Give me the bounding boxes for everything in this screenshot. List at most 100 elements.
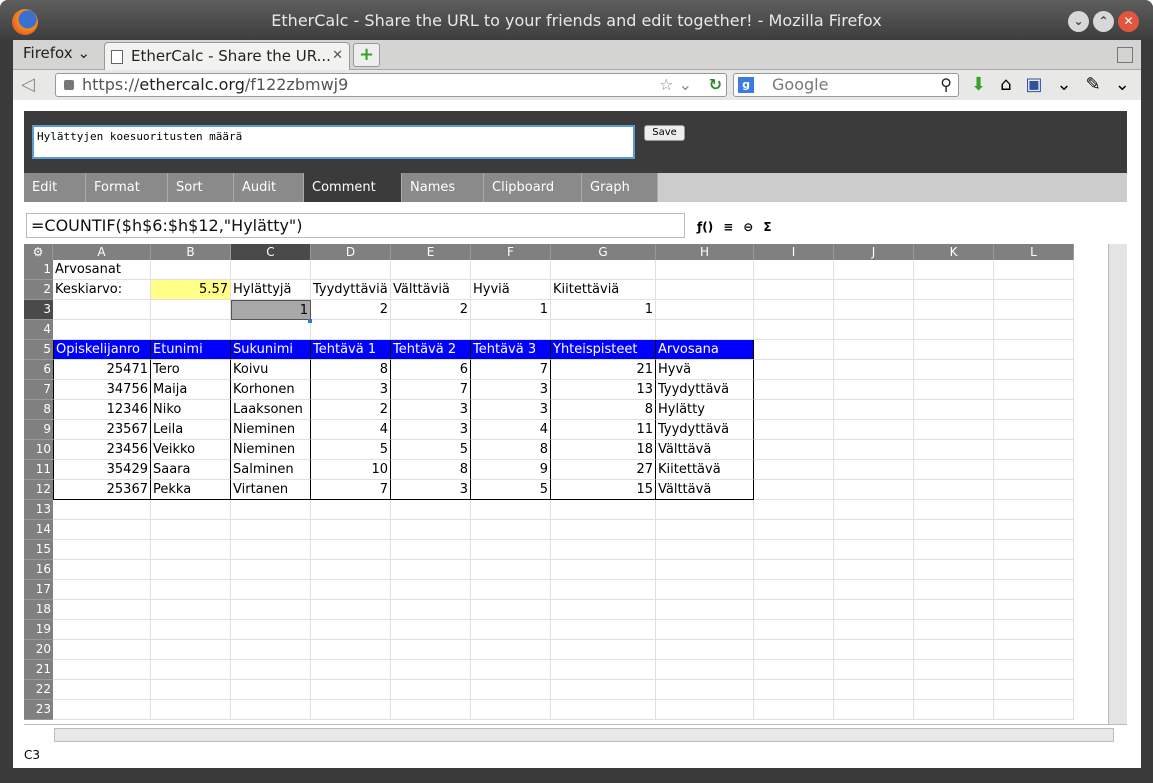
- cell[interactable]: [994, 340, 1074, 360]
- cell[interactable]: [754, 440, 834, 460]
- cell[interactable]: [656, 620, 754, 640]
- download-arrow-icon[interactable]: ⬇: [971, 74, 986, 95]
- cell[interactable]: [471, 620, 551, 640]
- cell[interactable]: [994, 480, 1074, 500]
- cell[interactable]: Arvosanat: [53, 260, 151, 280]
- cell[interactable]: [311, 660, 391, 680]
- cell[interactable]: [656, 540, 754, 560]
- sum-icon[interactable]: Σ: [763, 220, 771, 234]
- cell[interactable]: [231, 680, 311, 700]
- cell[interactable]: [391, 500, 471, 520]
- cell[interactable]: [311, 700, 391, 720]
- cell[interactable]: [471, 660, 551, 680]
- cell[interactable]: [391, 620, 471, 640]
- cell[interactable]: [754, 620, 834, 640]
- cell[interactable]: [391, 560, 471, 580]
- cell[interactable]: [471, 320, 551, 340]
- cell[interactable]: [311, 520, 391, 540]
- cell[interactable]: [656, 560, 754, 580]
- cell[interactable]: [994, 420, 1074, 440]
- cell[interactable]: [231, 700, 311, 720]
- cell[interactable]: [471, 560, 551, 580]
- cell[interactable]: [231, 580, 311, 600]
- cell[interactable]: [53, 320, 151, 340]
- cell[interactable]: 8: [551, 400, 656, 420]
- tab-close-icon[interactable]: ✕: [332, 43, 343, 69]
- cell[interactable]: [754, 360, 834, 380]
- cell[interactable]: [53, 540, 151, 560]
- cell[interactable]: [754, 420, 834, 440]
- cell[interactable]: [656, 580, 754, 600]
- cell[interactable]: 35429: [53, 460, 151, 480]
- row-header-1[interactable]: 1: [24, 260, 53, 280]
- cell[interactable]: [914, 660, 994, 680]
- cell[interactable]: [656, 280, 754, 300]
- cell[interactable]: [914, 280, 994, 300]
- binoculars-icon[interactable]: ⚲: [940, 74, 952, 96]
- cell[interactable]: Tyydyttäviä: [311, 280, 391, 300]
- menu-chevron-icon[interactable]: ⌄: [1115, 74, 1130, 95]
- cell[interactable]: [231, 560, 311, 580]
- cell[interactable]: Koivu: [231, 360, 311, 380]
- cell[interactable]: 8: [311, 360, 391, 380]
- cell[interactable]: [754, 460, 834, 480]
- cell[interactable]: [231, 620, 311, 640]
- cell[interactable]: [53, 580, 151, 600]
- column-header-D[interactable]: D: [311, 244, 391, 260]
- cell[interactable]: Leila: [151, 420, 231, 440]
- maximize-icon[interactable]: ⌃: [1093, 11, 1114, 32]
- cell[interactable]: [391, 260, 471, 280]
- cell[interactable]: [551, 500, 656, 520]
- cell[interactable]: 3: [391, 400, 471, 420]
- cell[interactable]: [754, 640, 834, 660]
- cell[interactable]: [53, 600, 151, 620]
- search-box[interactable]: g Google ⚲: [733, 73, 959, 97]
- menu-graph[interactable]: Graph: [582, 173, 658, 202]
- cell[interactable]: 34756: [53, 380, 151, 400]
- column-header-G[interactable]: G: [551, 244, 656, 260]
- cell[interactable]: [754, 560, 834, 580]
- cell[interactable]: [471, 520, 551, 540]
- cell[interactable]: Pekka: [151, 480, 231, 500]
- cell[interactable]: [834, 380, 914, 400]
- tab-ethercalc[interactable]: EtherCalc - Share the UR... ✕: [104, 42, 350, 70]
- row-header-18[interactable]: 18: [24, 600, 53, 620]
- menu-edit[interactable]: Edit: [24, 173, 86, 202]
- cell[interactable]: 7: [391, 380, 471, 400]
- menu-comment[interactable]: Comment: [304, 173, 402, 202]
- row-header-11[interactable]: 11: [24, 460, 53, 480]
- cell[interactable]: [994, 700, 1074, 720]
- cell[interactable]: Veikko: [151, 440, 231, 460]
- cell[interactable]: [754, 480, 834, 500]
- row-header-7[interactable]: 7: [24, 380, 53, 400]
- cell[interactable]: [754, 500, 834, 520]
- cell[interactable]: Tyydyttävä: [656, 380, 754, 400]
- cell[interactable]: Salminen: [231, 460, 311, 480]
- cell[interactable]: [551, 660, 656, 680]
- cell[interactable]: Nieminen: [231, 420, 311, 440]
- cell[interactable]: [656, 520, 754, 540]
- cell[interactable]: 3: [471, 380, 551, 400]
- cell[interactable]: [994, 520, 1074, 540]
- column-header-L[interactable]: L: [994, 244, 1074, 260]
- cell[interactable]: Tero: [151, 360, 231, 380]
- cell[interactable]: [151, 680, 231, 700]
- cell[interactable]: 27: [551, 460, 656, 480]
- cell[interactable]: 12346: [53, 400, 151, 420]
- cell[interactable]: [656, 680, 754, 700]
- cell[interactable]: [151, 700, 231, 720]
- cell[interactable]: [994, 460, 1074, 480]
- cell[interactable]: [834, 620, 914, 640]
- menu-format[interactable]: Format: [86, 173, 168, 202]
- cell[interactable]: [994, 560, 1074, 580]
- cell[interactable]: Arvosana: [656, 340, 754, 360]
- cell[interactable]: [231, 540, 311, 560]
- cell[interactable]: [914, 620, 994, 640]
- cell[interactable]: [311, 580, 391, 600]
- firefox-menu-button[interactable]: Firefox ⌄: [23, 44, 90, 62]
- cell[interactable]: [471, 640, 551, 660]
- cell[interactable]: [231, 660, 311, 680]
- cell[interactable]: [914, 340, 994, 360]
- cell[interactable]: [834, 400, 914, 420]
- cell[interactable]: 18: [551, 440, 656, 460]
